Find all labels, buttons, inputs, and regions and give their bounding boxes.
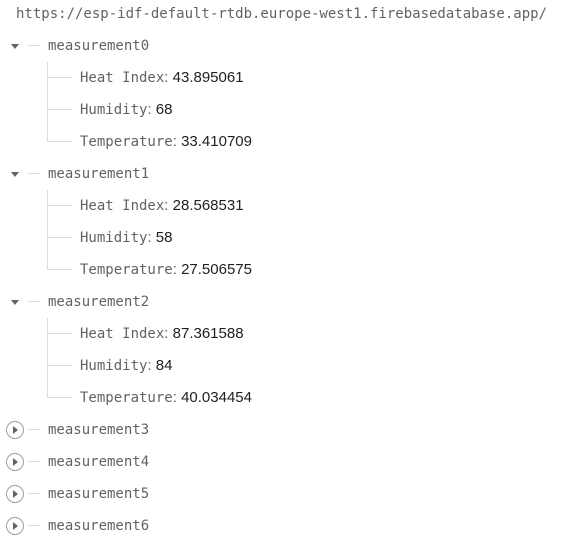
leaf-key: Temperature [80, 390, 173, 406]
tree-node: measurement4 [0, 446, 561, 478]
key-value-separator: : [172, 261, 182, 278]
leaf-value[interactable]: 68 [156, 101, 173, 118]
leaf-key: Temperature [80, 262, 173, 278]
leaf-row[interactable]: Humidity: 58 [0, 222, 561, 254]
key-value-separator: : [147, 357, 156, 374]
node-key[interactable]: measurement1 [48, 164, 149, 184]
tree-connector-line [48, 397, 72, 398]
tree-connector-line [28, 173, 40, 174]
tree-node-row[interactable]: measurement0 [0, 30, 561, 62]
node-key[interactable]: measurement2 [48, 292, 149, 312]
key-value-separator: : [147, 229, 156, 246]
leaf-key: Humidity [80, 358, 148, 374]
tree-connector-line [48, 237, 72, 238]
leaf-entry: Humidity: 68 [80, 100, 172, 120]
leaf-entry: Heat Index: 43.895061 [80, 68, 244, 88]
key-value-separator: : [164, 69, 173, 86]
tree-node-row[interactable]: measurement1 [0, 158, 561, 190]
leaf-key: Humidity [80, 102, 148, 118]
leaf-row[interactable]: Temperature: 27.506575 [0, 254, 561, 286]
node-key[interactable]: measurement4 [48, 452, 149, 472]
leaf-row[interactable]: Heat Index: 28.568531 [0, 190, 561, 222]
leaf-value[interactable]: 27.506575 [181, 261, 252, 278]
tree-node: measurement6 [0, 510, 561, 542]
leaf-entry: Temperature: 40.034454 [80, 388, 252, 408]
tree-connector-line [48, 269, 72, 270]
tree-connector-line [48, 333, 72, 334]
leaf-key: Heat Index [80, 70, 165, 86]
tree-node-row[interactable]: measurement3 [0, 414, 561, 446]
leaf-value[interactable]: 84 [156, 357, 173, 374]
tree-node-row[interactable]: measurement6 [0, 510, 561, 542]
leaf-row[interactable]: Temperature: 33.410709 [0, 126, 561, 158]
tree-connector-line [48, 365, 72, 366]
tree-connector-line [28, 461, 40, 462]
leaf-value[interactable]: 28.568531 [173, 197, 244, 214]
leaf-entry: Humidity: 84 [80, 356, 172, 376]
tree-connector-line [28, 525, 40, 526]
node-children: Heat Index: 43.895061 Humidity: 68 Tempera… [0, 62, 561, 158]
leaf-entry: Heat Index: 87.361588 [80, 324, 244, 344]
leaf-entry: Temperature: 33.410709 [80, 132, 252, 152]
node-key[interactable]: measurement5 [48, 484, 149, 504]
tree-connector-line [28, 429, 40, 430]
caret-right-circle-icon[interactable] [6, 421, 24, 439]
node-key[interactable]: measurement3 [48, 420, 149, 440]
leaf-row[interactable]: Heat Index: 43.895061 [0, 62, 561, 94]
tree-node: measurement3 [0, 414, 561, 446]
caret-right-circle-icon[interactable] [6, 453, 24, 471]
key-value-separator: : [164, 325, 173, 342]
caret-down-icon[interactable] [6, 37, 24, 55]
key-value-separator: : [172, 133, 182, 150]
node-children: Heat Index: 87.361588 Humidity: 84 Tempera… [0, 318, 561, 414]
node-key[interactable]: measurement6 [48, 516, 149, 536]
leaf-key: Temperature [80, 134, 173, 150]
database-tree: measurement0 Heat Index: 43.895061 Humidit… [0, 30, 561, 542]
caret-right-circle-icon[interactable] [6, 485, 24, 503]
key-value-separator: : [147, 101, 156, 118]
leaf-row[interactable]: Humidity: 84 [0, 350, 561, 382]
leaf-entry: Humidity: 58 [80, 228, 172, 248]
key-value-separator: : [164, 197, 173, 214]
node-key[interactable]: measurement0 [48, 36, 149, 56]
node-children: Heat Index: 28.568531 Humidity: 58 Tempera… [0, 190, 561, 286]
tree-connector-line [48, 205, 72, 206]
leaf-value[interactable]: 40.034454 [181, 389, 252, 406]
leaf-entry: Temperature: 27.506575 [80, 260, 252, 280]
tree-node: measurement1 Heat Index: 28.568531 Humidit… [0, 158, 561, 286]
leaf-key: Heat Index [80, 326, 165, 342]
leaf-row[interactable]: Temperature: 40.034454 [0, 382, 561, 414]
tree-node: measurement2 Heat Index: 87.361588 Humidit… [0, 286, 561, 414]
tree-node-row[interactable]: measurement4 [0, 446, 561, 478]
leaf-row[interactable]: Heat Index: 87.361588 [0, 318, 561, 350]
database-root-url[interactable]: https://esp-idf-default-rtdb.europe-west… [16, 4, 547, 24]
tree-connector-line [48, 141, 72, 142]
leaf-key: Heat Index [80, 198, 165, 214]
tree-node-row[interactable]: measurement5 [0, 478, 561, 510]
tree-connector-line [28, 493, 40, 494]
tree-node-row[interactable]: measurement2 [0, 286, 561, 318]
leaf-entry: Heat Index: 28.568531 [80, 196, 244, 216]
caret-right-circle-icon[interactable] [6, 517, 24, 535]
caret-down-icon[interactable] [6, 165, 24, 183]
leaf-value[interactable]: 33.410709 [181, 133, 252, 150]
tree-node: measurement5 [0, 478, 561, 510]
leaf-value[interactable]: 43.895061 [173, 69, 244, 86]
leaf-value[interactable]: 87.361588 [173, 325, 244, 342]
tree-connector-line [48, 109, 72, 110]
caret-down-icon[interactable] [6, 293, 24, 311]
leaf-key: Humidity [80, 230, 148, 246]
key-value-separator: : [172, 389, 182, 406]
tree-connector-line [48, 77, 72, 78]
tree-connector-line [28, 45, 40, 46]
tree-node: measurement0 Heat Index: 43.895061 Humidit… [0, 30, 561, 158]
tree-connector-line [28, 301, 40, 302]
leaf-row[interactable]: Humidity: 68 [0, 94, 561, 126]
leaf-value[interactable]: 58 [156, 229, 173, 246]
